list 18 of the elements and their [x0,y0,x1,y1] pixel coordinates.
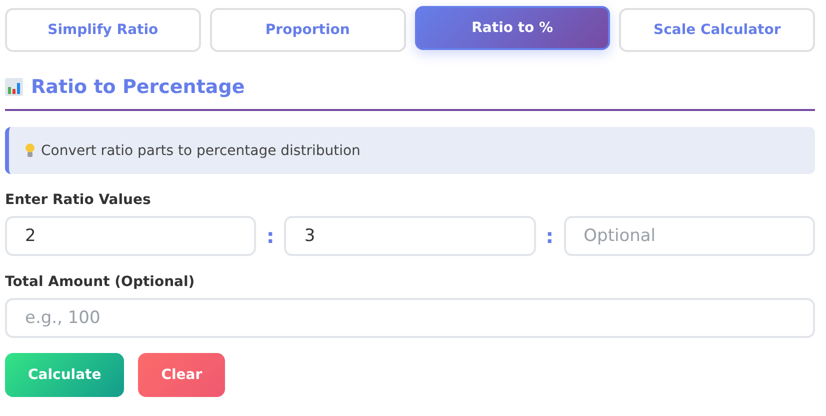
lightbulb-icon [25,142,35,158]
ratio-separator: : [546,224,554,248]
ratio-input[interactable]: 3 [284,216,536,256]
field-label: Total Amount (Optional) [5,274,196,290]
ratio-separator: : [266,224,274,248]
clear-button[interactable]: Clear [138,353,226,397]
ratio-input[interactable]: Optional [564,216,815,256]
total-amount-input[interactable]: e.g., 100 [5,298,815,338]
tab[interactable]: Simplify Ratio [5,8,201,52]
calculate-button[interactable]: Calculate [5,353,124,397]
tab[interactable]: Ratio to % [414,6,610,50]
info-text: Convert ratio parts to percentage distribution [41,142,360,158]
section-title: Ratio to Percentage [31,76,245,98]
tab[interactable]: Scale Calculator [619,8,815,52]
tab[interactable]: Proportion [210,8,406,52]
field-label: Enter Ratio Values [5,192,152,208]
bar-chart-icon [5,78,23,96]
ratio-input[interactable]: 2 [5,216,256,256]
